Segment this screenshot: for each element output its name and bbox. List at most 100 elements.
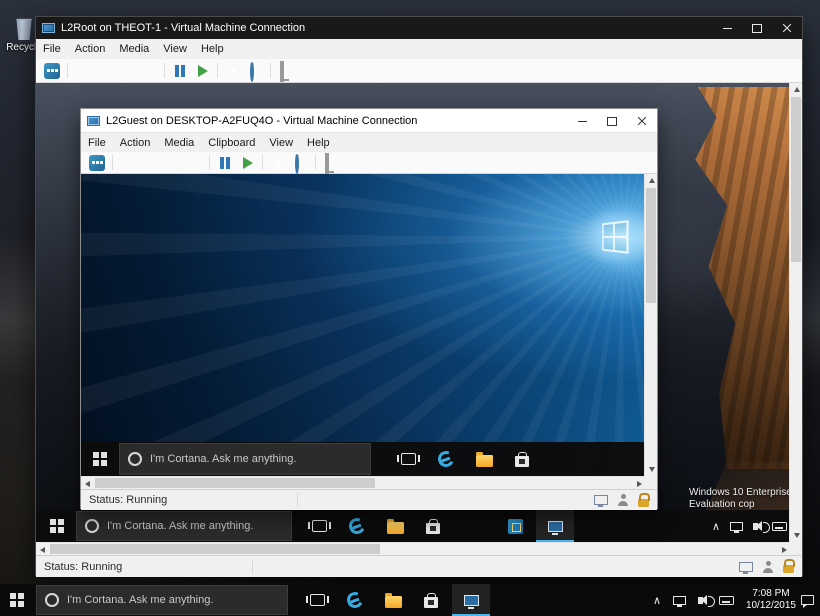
scroll-thumb[interactable]	[50, 544, 380, 554]
inner-vertical-scrollbar[interactable]	[644, 174, 657, 476]
display-status-icon	[594, 495, 608, 505]
network-icon[interactable]	[673, 596, 686, 605]
menu-help[interactable]: Help	[194, 41, 231, 57]
vmconnect-window-l2root: L2Root on THEOT-1 - Virtual Machine Conn…	[35, 16, 803, 576]
scroll-thumb[interactable]	[95, 478, 375, 488]
file-explorer-button[interactable]	[467, 442, 501, 476]
watermark-line-1: Windows 10 Enterprise In	[689, 487, 789, 499]
display-status-icon	[739, 562, 753, 572]
vmconnect-window-l2guest: L2Guest on DESKTOP-A2FUQ4O - Virtual Mac…	[80, 108, 658, 509]
cortana-search-box[interactable]: I'm Cortana. Ask me anything.	[36, 585, 288, 615]
vmconnect-taskbar-button[interactable]	[536, 510, 574, 542]
menu-file[interactable]: File	[36, 41, 68, 57]
outer-status-bar: Status: Running	[36, 555, 802, 577]
edge-button[interactable]	[340, 510, 374, 542]
outer-titlebar[interactable]: L2Root on THEOT-1 - Virtual Machine Conn…	[36, 17, 802, 39]
store-button[interactable]	[505, 442, 539, 476]
outer-menu-bar: File Action Media View Help	[36, 39, 802, 59]
action-center-button[interactable]	[801, 584, 814, 616]
edge-button[interactable]	[429, 442, 463, 476]
close-button[interactable]	[627, 109, 657, 133]
scroll-up-arrow[interactable]	[790, 83, 803, 96]
inner-horizontal-scrollbar[interactable]	[81, 476, 646, 489]
store-icon	[515, 456, 529, 467]
vmconnect-app-icon	[42, 23, 55, 33]
inner-guest-desktop: I'm Cortana. Ask me anything.	[81, 174, 646, 476]
ctrl-alt-del-button[interactable]	[89, 155, 105, 171]
outer-horizontal-scrollbar[interactable]	[36, 542, 791, 555]
folder-icon	[387, 522, 404, 534]
hyperv-manager-button[interactable]	[498, 510, 532, 542]
task-view-button[interactable]	[300, 584, 334, 616]
outer-guest-tray: ∧	[712, 510, 787, 542]
cortana-search-box[interactable]: I'm Cortana. Ask me anything.	[119, 443, 371, 475]
hyperv-manager-icon	[508, 519, 523, 534]
pause-button[interactable]	[172, 63, 188, 79]
close-button[interactable]	[772, 17, 802, 39]
vmconnect-taskbar-button[interactable]	[452, 584, 490, 616]
start-button[interactable]	[40, 510, 74, 542]
scroll-down-arrow[interactable]	[645, 463, 658, 476]
store-button[interactable]	[414, 584, 448, 616]
minimize-button[interactable]	[712, 17, 742, 39]
edge-button[interactable]	[338, 584, 372, 616]
inner-vm-display[interactable]: I'm Cortana. Ask me anything.	[81, 174, 646, 476]
enhanced-session-button[interactable]	[280, 61, 284, 82]
store-button[interactable]	[416, 510, 450, 542]
evaluation-watermark: Windows 10 Enterprise In Evaluation cop	[689, 487, 789, 511]
pause-button[interactable]	[217, 155, 233, 171]
start-button[interactable]	[83, 442, 117, 476]
menu-action[interactable]: Action	[113, 135, 158, 151]
start-button-vm[interactable]	[239, 155, 255, 171]
menu-clipboard[interactable]: Clipboard	[201, 135, 262, 151]
edge-icon	[347, 516, 368, 537]
revert-button[interactable]	[250, 61, 254, 82]
tray-chevron-icon[interactable]: ∧	[653, 594, 661, 607]
edge-icon	[436, 449, 457, 470]
maximize-button[interactable]	[597, 109, 627, 133]
menu-media[interactable]: Media	[157, 135, 201, 151]
network-icon[interactable]	[730, 522, 743, 531]
tray-chevron-icon[interactable]: ∧	[712, 520, 720, 533]
cortana-icon	[45, 593, 59, 607]
keyboard-icon[interactable]	[772, 522, 787, 531]
cortana-icon	[128, 452, 142, 466]
tray-date: 10/12/2015	[746, 600, 796, 613]
outer-vertical-scrollbar[interactable]	[789, 83, 802, 542]
outer-guest-taskbar: I'm Cortana. Ask me anything. ∧	[36, 510, 791, 542]
outer-toolbar	[36, 59, 802, 83]
windows-logo-icon	[10, 593, 24, 607]
host-clock[interactable]: 7:08 PM 10/12/2015	[746, 584, 796, 616]
edge-icon	[345, 590, 366, 611]
start-button-vm[interactable]	[194, 63, 210, 79]
minimize-button[interactable]	[567, 109, 597, 133]
file-explorer-button[interactable]	[376, 584, 410, 616]
enhanced-session-button[interactable]	[325, 153, 329, 174]
maximize-button[interactable]	[742, 17, 772, 39]
start-button[interactable]	[0, 584, 34, 616]
task-view-button[interactable]	[302, 510, 336, 542]
inner-menu-bar: File Action Media Clipboard View Help	[81, 133, 657, 152]
vmconnect-app-icon	[87, 116, 100, 126]
revert-button[interactable]	[295, 153, 299, 174]
hero-light-beams	[81, 174, 646, 476]
menu-view[interactable]: View	[262, 135, 300, 151]
scroll-thumb[interactable]	[791, 97, 801, 262]
file-explorer-button[interactable]	[378, 510, 412, 542]
keyboard-icon[interactable]	[719, 596, 734, 605]
menu-help[interactable]: Help	[300, 135, 337, 151]
volume-icon[interactable]	[698, 597, 703, 604]
inner-titlebar[interactable]: L2Guest on DESKTOP-A2FUQ4O - Virtual Mac…	[81, 109, 657, 133]
menu-media[interactable]: Media	[112, 41, 156, 57]
volume-icon[interactable]	[753, 523, 758, 530]
scroll-up-arrow[interactable]	[645, 174, 658, 187]
task-view-button[interactable]	[391, 442, 425, 476]
menu-view[interactable]: View	[156, 41, 194, 57]
menu-action[interactable]: Action	[68, 41, 113, 57]
outer-vm-display[interactable]: Windows 10 Enterprise In Evaluation cop …	[36, 83, 791, 542]
cortana-search-box[interactable]: I'm Cortana. Ask me anything.	[76, 511, 292, 541]
menu-file[interactable]: File	[81, 135, 113, 151]
ctrl-alt-del-button[interactable]	[44, 63, 60, 79]
scroll-down-arrow[interactable]	[790, 529, 803, 542]
scroll-thumb[interactable]	[646, 188, 656, 303]
